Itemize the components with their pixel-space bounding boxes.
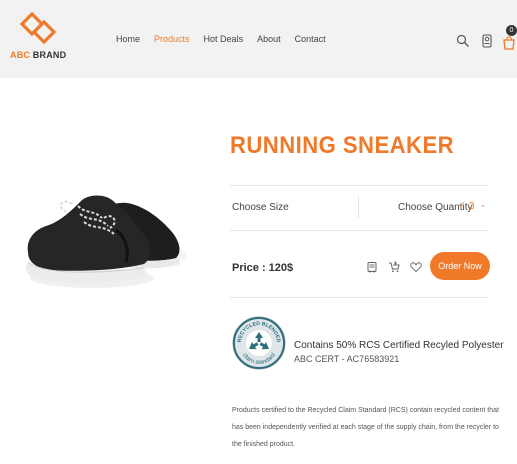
certification-description: Products certified to the Recycled Claim… <box>232 407 499 448</box>
user-icon[interactable] <box>480 34 494 48</box>
nav-about[interactable]: About <box>257 34 281 44</box>
quantity-increase-button[interactable]: + <box>458 200 464 212</box>
brand-name-abc: ABC <box>10 50 31 60</box>
certification-title: Contains 50% RCS Certified Recyled Polye… <box>294 340 504 351</box>
brand-name: ABC BRAND <box>10 50 66 60</box>
order-now-button[interactable]: Order Now <box>430 252 490 280</box>
search-icon[interactable] <box>456 34 470 48</box>
divider <box>230 185 488 186</box>
vertical-divider <box>358 196 359 218</box>
product-title: RUNNING SNEAKER <box>230 132 455 159</box>
quantity-value: 3 <box>469 201 475 212</box>
divider <box>230 297 488 298</box>
brand-logo-icon <box>19 12 57 45</box>
choose-size-dropdown[interactable]: Choose Size <box>232 202 289 213</box>
brand-logo[interactable]: ABC BRAND <box>10 12 66 64</box>
site-header: ABC BRAND Home Products Hot Deals About … <box>0 0 517 78</box>
recycled-blended-claim-standard-badge-icon: RECYCLED BLENDED claim standard <box>232 316 286 370</box>
divider <box>230 230 488 231</box>
heart-icon[interactable] <box>410 261 422 273</box>
add-to-cart-icon[interactable] <box>388 261 400 273</box>
nav-hot-deals[interactable]: Hot Deals <box>204 34 244 44</box>
delivery-icon[interactable] <box>366 261 378 273</box>
nav-contact[interactable]: Contact <box>295 34 326 44</box>
cart-count-badge: 0 <box>506 25 517 36</box>
certification-code: ABC CERT - AC76583921 <box>294 354 400 364</box>
nav-home[interactable]: Home <box>116 34 140 44</box>
quantity-decrease-button[interactable]: - <box>481 200 485 212</box>
shopping-bag-icon[interactable] <box>502 36 516 50</box>
nav-products[interactable]: Products <box>154 34 190 44</box>
brand-name-brand: BRAND <box>30 50 67 60</box>
product-image <box>26 195 186 288</box>
main-nav: Home Products Hot Deals About Contact <box>116 34 326 44</box>
product-price: Price : 120$ <box>232 262 294 274</box>
